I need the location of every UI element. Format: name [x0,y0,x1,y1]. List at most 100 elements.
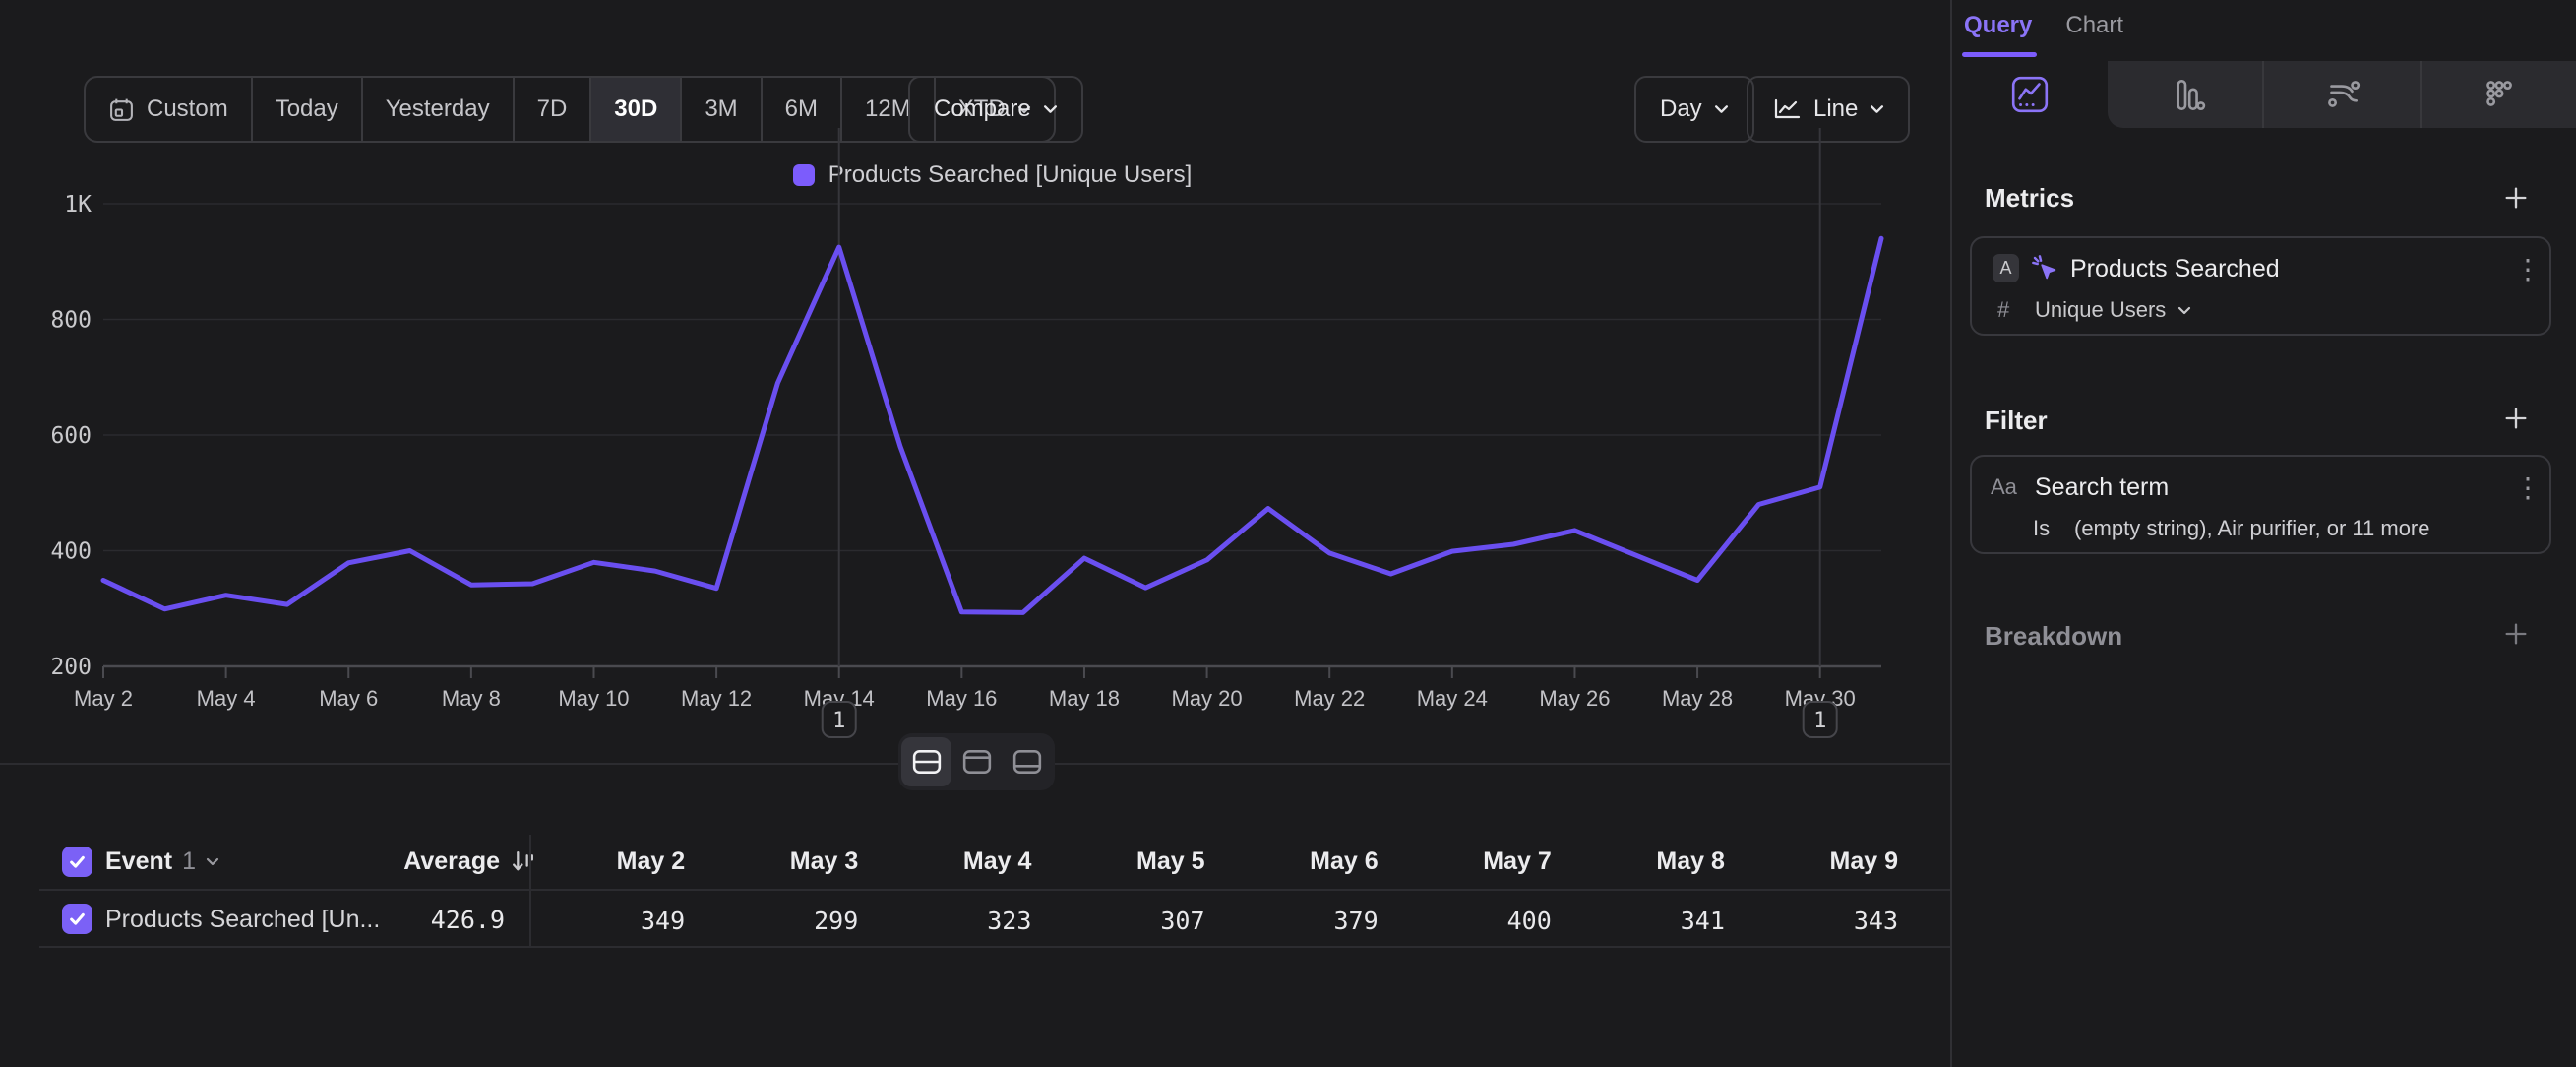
bar-chart-icon [2165,74,2206,115]
plus-icon [2502,184,2530,212]
y-tick-label: 400 [50,539,92,565]
event-click-icon [2030,253,2060,283]
table-col-value: 341 [1552,891,1725,950]
table-col-value: 343 [1725,891,1898,950]
plus-icon [2502,405,2530,432]
x-tick-label: May 8 [442,686,501,711]
split-view-icon [912,749,942,775]
chart-view-icon [962,749,992,775]
chart-type-tabs [1952,61,2576,128]
tab-query[interactable]: Query [1964,12,2032,39]
x-tick-label: May 12 [681,686,752,711]
y-tick-label: 600 [50,423,92,449]
table-row-values: 349299323307379400341343 [512,891,1898,950]
x-tick-label: May 2 [74,686,133,711]
table-date-headers: May 2May 3May 4May 5May 6May 7May 8May 9 [512,832,1898,891]
table-col-header: May 5 [1031,832,1204,891]
x-tick-label: May 4 [197,686,256,711]
split-view-button[interactable] [901,737,951,786]
string-property-icon: Aa [1991,474,2017,500]
measure-label: Unique Users [2035,297,2166,323]
filter-values-summary[interactable]: (empty string), Air purifier, or 11 more [2074,516,2430,541]
add-breakdown-button[interactable] [2499,617,2533,651]
filter-operator[interactable]: Is [2033,516,2050,541]
measure-selector[interactable]: Unique Users [2035,297,2191,323]
table-col-header: May 2 [512,832,685,891]
filter-condition-row: Is (empty string), Air purifier, or 11 m… [1972,512,2549,547]
table-col-header: May 7 [1379,832,1552,891]
chart-type-flow[interactable] [2262,61,2419,128]
event-column-header[interactable]: Event 1 [105,832,219,891]
table-col-header: May 6 [1205,832,1379,891]
metric-event-name[interactable]: Products Searched [2070,255,2280,283]
add-filter-button[interactable] [2499,402,2533,435]
table-col-header: May 4 [858,832,1031,891]
chevron-down-icon [2177,306,2191,315]
table-col-value: 400 [1379,891,1552,950]
average-column-header: Average [315,832,536,891]
x-tick-label: May 18 [1049,686,1120,711]
chart-plot[interactable]: 200 400 600 800 1K May 2 May 4 May 6 May 8 May 10… [0,0,1950,787]
x-tick-label: May 10 [558,686,629,711]
x-tick-label: May 26 [1539,686,1610,711]
flow-icon [2321,74,2362,115]
y-tick-label: 800 [50,308,92,334]
x-tick-label: May 6 [319,686,378,711]
metric-letter-badge: A [1993,254,2019,282]
x-tick-label: May 16 [926,686,997,711]
check-icon [67,909,88,929]
chart-type-tab-group [2108,61,2576,128]
y-tick-label: 200 [50,655,92,680]
event-label: Event [105,847,172,876]
query-sidebar: Query Chart Metrics [1952,0,2576,1067]
annotation-badge-label: 1 [1813,709,1826,733]
annotation-badge-label: 1 [832,709,845,733]
table-column-divider [529,835,531,947]
x-tick-label: May 20 [1172,686,1243,711]
table-col-header: May 8 [1552,832,1725,891]
chart-view-button[interactable] [951,737,1002,786]
plus-icon [2502,620,2530,648]
metric-card[interactable]: A Products Searched ⋮ # Unique Users [1970,236,2551,336]
insights-line-icon [2009,74,2051,115]
main-area: CustomTodayYesterday7D30D3M6M12MXTD Comp… [0,0,1950,1067]
row-checkbox[interactable] [62,904,92,934]
add-metric-button[interactable] [2499,181,2533,215]
table-col-value: 349 [512,891,685,950]
table-col-header: May 3 [685,832,858,891]
tab-chart[interactable]: Chart [2065,12,2123,39]
chart-type-retention[interactable] [2420,61,2576,128]
x-tick-label: May 28 [1662,686,1733,711]
metric-row: A Products Searched ⋮ [1972,248,2549,291]
sidebar-tabs: Query Chart [1964,12,2123,39]
metric-more-button[interactable]: ⋮ [2511,250,2545,287]
metrics-section-title: Metrics [1985,183,2074,214]
average-value: 426.9 [315,891,505,948]
table-col-value: 323 [858,891,1031,950]
dots-grid-icon [2478,74,2519,115]
event-count: 1 [182,847,196,876]
average-label: Average [403,847,500,876]
filter-more-button[interactable]: ⋮ [2511,469,2545,506]
chart-line[interactable] [103,238,1881,612]
table-col-header: May 9 [1725,832,1898,891]
chevron-down-icon [206,857,219,866]
chart-type-insights-selected[interactable] [1952,61,2108,128]
check-icon [67,851,88,872]
table-view-button[interactable] [1002,737,1052,786]
chart-type-bar[interactable] [2108,61,2262,128]
y-tick-label: 1K [64,192,92,218]
filter-card[interactable]: Aa Search term ⋮ Is (empty string), Air … [1970,455,2551,554]
x-tick-label: May 24 [1417,686,1488,711]
filter-section-title: Filter [1985,406,2048,436]
event-select-all-checkbox[interactable] [62,847,92,877]
filter-row: Aa Search term ⋮ [1972,467,2549,510]
table-col-value: 307 [1031,891,1204,950]
table-col-value: 299 [685,891,858,950]
layout-toggle [898,733,1055,790]
filter-property-name[interactable]: Search term [2035,473,2169,502]
table-view-icon [1012,749,1042,775]
table-row-divider [39,946,1950,948]
breakdown-section-title: Breakdown [1985,621,2122,652]
active-tab-underline [1962,52,2037,57]
